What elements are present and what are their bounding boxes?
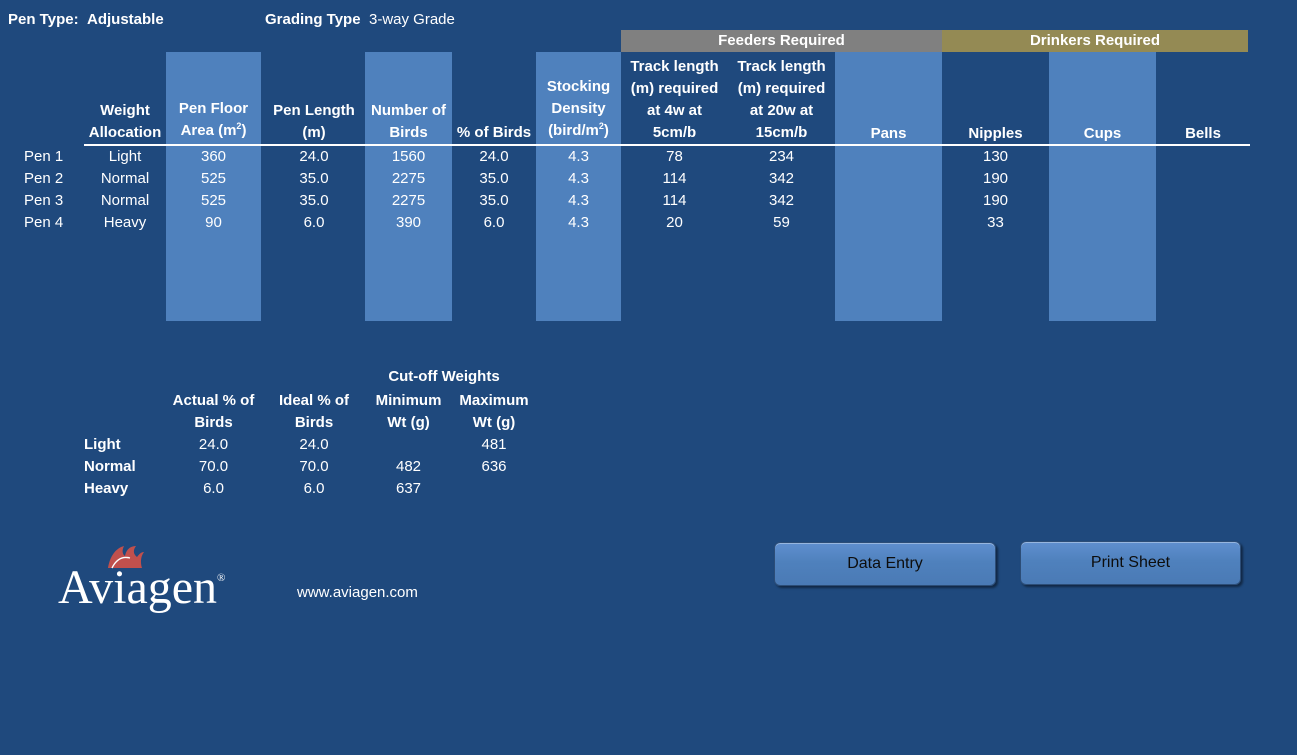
minimum-weight-header: Minimum Wt (g): [375, 392, 442, 431]
grading-type-value: 3-way Grade: [369, 11, 455, 28]
floor-area: 90: [205, 214, 222, 231]
ideal-percent: 24.0: [299, 436, 329, 453]
nipples: 130: [982, 148, 1009, 165]
pen-type-value: Adjustable: [87, 11, 164, 28]
nipples: 33: [987, 214, 1004, 231]
nipples: 190: [982, 192, 1009, 209]
ideal-percent: 70.0: [299, 458, 329, 475]
data-entry-button[interactable]: Data Entry: [774, 542, 996, 586]
weight-allocation: Normal: [100, 170, 150, 187]
stocking-density-header: Stocking Density (bird/m2): [546, 78, 611, 139]
stocking-density: 4.3: [568, 170, 589, 187]
minimum-weight: 637: [395, 480, 422, 497]
percent-birds: 35.0: [479, 170, 509, 187]
aviagen-logo: Aviagen®: [58, 536, 268, 626]
pen-length-header: Pen Length (m): [273, 102, 355, 141]
number-of-birds: 2275: [391, 170, 426, 187]
weight-allocation: Normal: [100, 192, 150, 209]
percent-birds-header: % of Birds: [456, 124, 532, 141]
cups-column-band: [1049, 52, 1156, 321]
actual-percent-header: Actual % of Birds: [172, 392, 255, 431]
track-length-20w-header: Track length (m) required at 20w at 15cm/b: [737, 58, 826, 141]
stocking-density: 4.3: [568, 148, 589, 165]
maximum-weight-header: Maximum Wt (g): [459, 392, 529, 431]
summary-label: Normal: [84, 458, 136, 475]
feeders-required-header: Feeders Required: [621, 30, 942, 52]
track-length-20w: 342: [768, 192, 795, 209]
floor-area-header: Pen Floor Area (m2): [178, 100, 249, 139]
percent-birds: 24.0: [479, 148, 509, 165]
pans-header: Pans: [870, 125, 907, 142]
stocking-density: 4.3: [568, 214, 589, 231]
track-length-4w: 114: [662, 170, 687, 187]
pen-name: Pen 1: [24, 148, 64, 165]
track-length-20w: 59: [773, 214, 790, 231]
minimum-weight: [365, 434, 452, 456]
minimum-weight: 482: [395, 458, 422, 475]
grading-type-label: Grading Type: [265, 11, 361, 28]
nipples: 190: [982, 170, 1009, 187]
ideal-percent: 6.0: [303, 480, 325, 497]
floor-area: 525: [200, 170, 227, 187]
print-sheet-button[interactable]: Print Sheet: [1020, 541, 1241, 585]
floor-area: 525: [200, 192, 227, 209]
stocking-density: 4.3: [568, 192, 589, 209]
pen-length: 35.0: [299, 192, 329, 209]
pen-length: 24.0: [299, 148, 329, 165]
number-of-birds: 390: [395, 214, 422, 231]
percent-birds: 6.0: [483, 214, 505, 231]
cutoff-weights-title: Cut-off Weights: [388, 368, 500, 385]
pen-type-label: Pen Type:: [8, 11, 79, 28]
ideal-percent-header: Ideal % of Birds: [278, 392, 349, 431]
track-length-4w: 114: [662, 192, 687, 209]
nipples-header: Nipples: [968, 125, 1023, 142]
pen-length: 35.0: [299, 170, 329, 187]
cups-header: Cups: [1083, 125, 1122, 142]
weight-allocation-header: Weight Allocation: [88, 102, 162, 141]
drinkers-required-header: Drinkers Required: [942, 30, 1248, 52]
track-length-4w: 20: [666, 214, 683, 231]
number-of-birds: 1560: [391, 148, 426, 165]
summary-label: Heavy: [84, 480, 129, 497]
pen-name: Pen 3: [24, 192, 64, 209]
actual-percent: 24.0: [198, 436, 229, 453]
maximum-weight: [452, 478, 536, 500]
number-of-birds-header: Number of Birds: [371, 102, 446, 141]
percent-birds: 35.0: [479, 192, 509, 209]
pen-length: 6.0: [303, 214, 325, 231]
track-length-20w: 234: [768, 148, 795, 165]
maximum-weight: 636: [481, 458, 507, 475]
website-link[interactable]: www.aviagen.com: [297, 584, 418, 601]
logo-text: Aviagen: [58, 561, 218, 614]
number-of-birds: 2275: [391, 192, 426, 209]
bells-header: Bells: [1185, 125, 1221, 142]
track-length-4w: 78: [666, 148, 683, 165]
floor-area: 360: [200, 148, 227, 165]
weight-allocation: Heavy: [103, 214, 147, 231]
actual-percent: 6.0: [203, 480, 224, 497]
pen-name: Pen 2: [24, 170, 64, 187]
registered-mark: ®: [217, 572, 226, 584]
track-length-20w: 342: [768, 170, 795, 187]
summary-label: Light: [84, 436, 121, 453]
actual-percent: 70.0: [198, 458, 229, 475]
weight-allocation: Light: [108, 148, 142, 165]
track-length-4w-header: Track length (m) required at 4w at 5cm/b: [630, 58, 719, 141]
pans-column-band: [835, 52, 942, 321]
maximum-weight: 481: [481, 436, 507, 453]
pen-name: Pen 4: [24, 214, 64, 231]
